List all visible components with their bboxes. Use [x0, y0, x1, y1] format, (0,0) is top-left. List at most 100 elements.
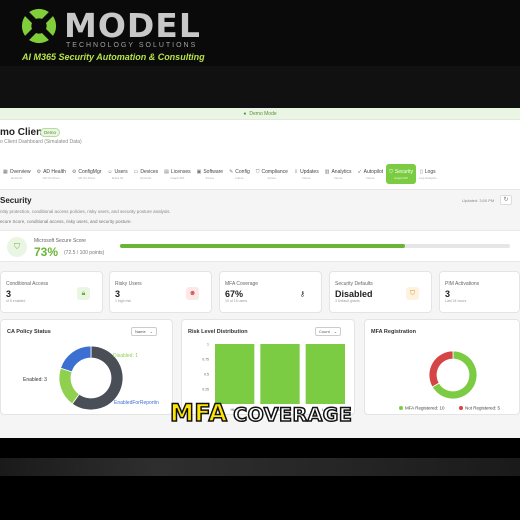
tab-analytics[interactable]: ▥ Analytics Intune	[322, 164, 355, 184]
risk-bar-high[interactable]	[215, 344, 255, 404]
tab-label-row: ⛉ Security	[389, 169, 413, 175]
tab-source: Graph API	[394, 175, 408, 180]
kpi-label: PIM Activations	[445, 281, 480, 287]
kpi-label: MFA Coverage	[225, 281, 259, 287]
kpi-value: 67%	[225, 289, 244, 299]
tab-label-row: ▣ Software	[197, 169, 223, 175]
tab-source: Graph API	[170, 175, 185, 180]
gear-icon: ⚙	[36, 168, 42, 175]
grid-icon: ▦	[3, 168, 8, 175]
monitor-icon: ▭	[133, 168, 139, 175]
tab-label: Overview	[9, 168, 31, 175]
y-tick-label: 0.75	[202, 358, 209, 362]
ca-policy-label-enabled: Enabled: 3	[23, 377, 47, 383]
tab-label-row: ✎ Config	[229, 169, 250, 175]
tab-label-row: ▦ Overview	[3, 169, 31, 175]
tab-logs[interactable]: ▯ Logs Log Analytics	[416, 164, 440, 184]
kpi-subtext: 10 of 15 users	[225, 299, 248, 303]
video-caption: MFA COVERAGE	[169, 398, 352, 428]
rocket-icon: ➶	[357, 168, 362, 175]
tab-label-row: ▯ Logs	[420, 169, 436, 175]
tab-source: Intune	[235, 175, 244, 180]
tab-label: Compliance	[261, 168, 288, 175]
tab-label: Licenses	[170, 168, 191, 175]
tab-label-row: ➶ Autopilot	[357, 169, 383, 175]
refresh-button[interactable]: ↻	[500, 195, 512, 205]
user-alert-icon: ☻	[186, 287, 199, 300]
download-icon: ⇩	[293, 168, 299, 175]
tab-updates[interactable]: ⇩ Updates Intune	[291, 164, 322, 184]
kpi-label: Risky Users	[115, 281, 142, 287]
tab-label: Autopilot	[363, 168, 384, 175]
tab-overview[interactable]: ▦ Overview Entra ID	[0, 164, 34, 184]
settings-icon: ⚙	[71, 168, 77, 175]
demo-badge: Demo	[40, 128, 61, 137]
section-subtitle: ntity protection, conditional access pol…	[0, 209, 171, 214]
risk-bar-low[interactable]	[305, 344, 345, 404]
risk-bar-medium[interactable]	[260, 344, 300, 404]
kpi-subtext: 3 Default grants	[335, 299, 360, 303]
tab-bar: ▦ Overview Entra ID ⚙ AD Health AD On-Prem ⚙ Co…	[0, 164, 520, 186]
tab-ad-health[interactable]: ⚙ AD Health AD On-Prem	[34, 164, 69, 184]
ca-policy-label-disabled: Disabled: 1	[113, 353, 138, 359]
client-header: mo Client Demo o Client Dashboard (Simul…	[0, 120, 520, 190]
tab-label: Devices	[140, 168, 159, 175]
kpi-value: 3	[445, 289, 451, 299]
tab-source: Intune	[333, 175, 343, 180]
tab-source: Entra ID	[112, 175, 124, 180]
kpi-label: Security Defaults	[335, 281, 373, 287]
tab-licenses[interactable]: ▤ Licenses Graph API	[161, 164, 193, 184]
tab-configmgr[interactable]: ⚙ ConfigMgr AD On-Prem	[69, 164, 105, 184]
tab-source: Intune	[366, 175, 375, 180]
video-bar	[0, 66, 520, 108]
tagline: AI M365 Security Automation & Consulting	[22, 52, 205, 62]
tab-label: Config	[235, 168, 250, 175]
legend-label: MFA Registered: 10	[405, 406, 445, 411]
tab-software[interactable]: ▣ Software Intune	[194, 164, 226, 184]
tab-source: Entra ID	[140, 175, 152, 180]
section-title: Security	[0, 196, 32, 205]
tab-autopilot[interactable]: ➶ Autopilot Intune	[354, 164, 386, 184]
kpi-label: Conditional Access	[6, 281, 49, 287]
tab-config[interactable]: ✎ Config Intune	[226, 164, 253, 184]
info-icon: ●	[243, 110, 247, 117]
section-description: ecure Score, conditional access, risky u…	[0, 219, 132, 224]
tab-label: Logs	[424, 168, 436, 175]
kpi-card-risky-users: Risky Users 3 1 high risk ☻	[109, 271, 212, 313]
updated-time: Updated: 3:00 PM	[462, 198, 495, 203]
ca-policy-slice-2[interactable]	[60, 345, 92, 373]
tab-devices[interactable]: ▭ Devices Entra ID	[131, 164, 162, 184]
tab-security[interactable]: ⛉ Security Graph API	[386, 164, 416, 184]
tab-label-row: ⛉ Compliance	[256, 169, 288, 175]
ca-policy-label-report: EnabledForReportin	[114, 400, 159, 406]
ca-policy-card: CA Policy Status Name ⌄ Disabled: 1 Enabl…	[0, 319, 173, 415]
ca-policy-donut: Disabled: 1 Enabled: 3 EnabledForReportin	[23, 345, 159, 411]
users-icon: ☺	[107, 168, 113, 175]
tab-compliance[interactable]: ⛉ Compliance Intune	[253, 164, 291, 184]
dashboard-app: ● Demo Mode mo Client Demo o Client Dash…	[0, 108, 520, 438]
key-icon: ⚷	[296, 287, 309, 300]
card-icon: ▤	[164, 168, 169, 175]
legend-swatch	[459, 406, 463, 410]
tab-label: Security	[394, 168, 413, 175]
tab-source: AD On-Prem	[42, 175, 60, 180]
secure-score-value: 73%	[34, 245, 59, 259]
y-tick-label: 0.25	[202, 388, 209, 392]
demo-banner-text: Demo Mode	[249, 110, 277, 117]
tab-users[interactable]: ☺ Users Entra ID	[104, 164, 130, 184]
logo-subtitle: TECHNOLOGY SOLUTIONS	[66, 42, 198, 49]
mfa-slice-1[interactable]	[428, 350, 454, 388]
tab-source: AD On-Prem	[78, 175, 96, 180]
tab-source: Entra ID	[11, 175, 23, 180]
tab-source: Intune	[205, 175, 214, 180]
wrench-icon: ✎	[229, 168, 234, 175]
kpi-card-conditional-access: Conditional Access 3 of 5 enabled 🔒︎	[0, 271, 103, 313]
secure-score-progress	[120, 244, 510, 248]
tab-source: Intune	[302, 175, 311, 180]
tab-label: AD Health	[43, 168, 66, 175]
tab-label-row: ▭ Devices	[134, 169, 159, 175]
mfa-registration-donut: MFA Registered: 10 Not Registered: 5	[399, 350, 501, 411]
ca-policy-slice-1[interactable]	[58, 367, 80, 405]
tab-source: Intune	[267, 175, 276, 180]
kpi-card-security-defaults: Security Defaults Disabled 3 Default grant…	[329, 271, 432, 313]
